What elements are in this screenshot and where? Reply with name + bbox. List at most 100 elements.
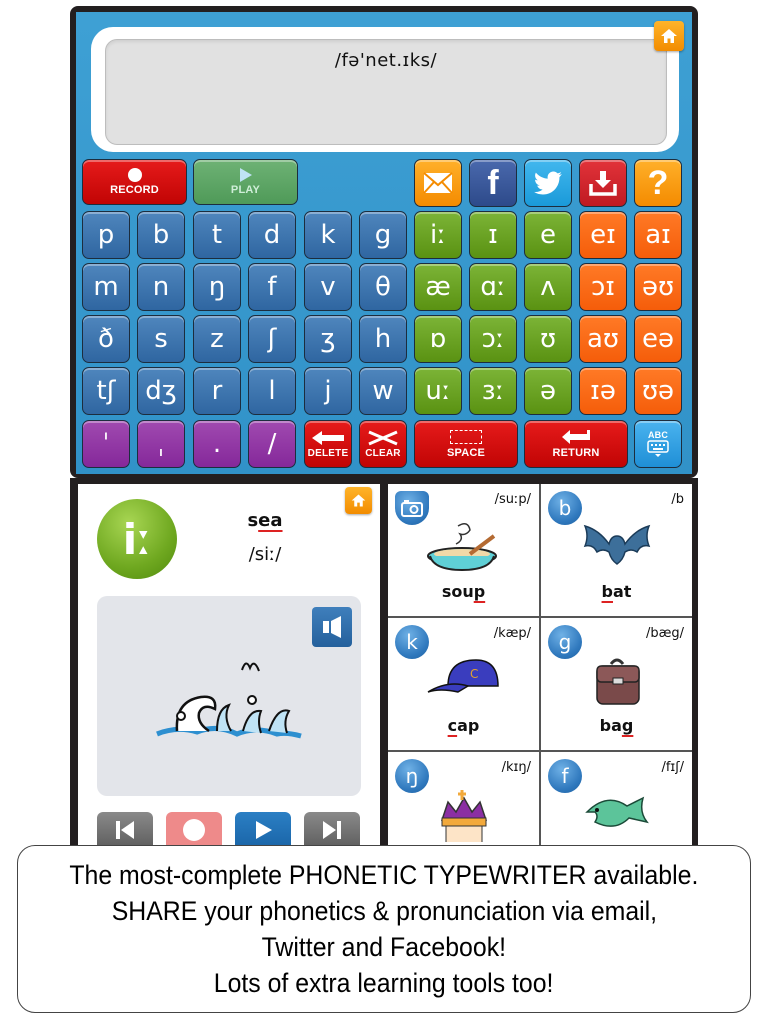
speaker-icon xyxy=(323,616,341,638)
consonant-key[interactable]: k xyxy=(304,211,352,259)
record-sound-button[interactable] xyxy=(166,812,222,848)
email-icon xyxy=(423,172,453,194)
vowel-key[interactable]: ɑː xyxy=(469,263,517,311)
consonant-key[interactable]: h xyxy=(359,315,407,363)
email-button[interactable] xyxy=(414,159,462,207)
phonetic-display[interactable]: /fə'net.ɪks/ xyxy=(105,39,667,145)
letter-badge[interactable]: k xyxy=(395,625,429,659)
clear-x-icon xyxy=(368,430,398,445)
grid-divider xyxy=(388,750,692,752)
facebook-icon: f xyxy=(487,163,499,202)
home-button[interactable] xyxy=(654,21,684,51)
record-button[interactable]: RECORD xyxy=(82,159,187,205)
letter-badge[interactable]: b xyxy=(548,491,582,525)
vowel-key[interactable]: e xyxy=(524,211,572,259)
skip-back-icon xyxy=(116,821,134,839)
diphthong-key[interactable]: ɔɪ xyxy=(579,263,627,311)
delete-arrow-icon xyxy=(312,430,344,445)
vowel-key[interactable]: ʌ xyxy=(524,263,572,311)
consonant-key[interactable]: z xyxy=(193,315,241,363)
play-sound-button[interactable] xyxy=(235,812,291,848)
consonant-key[interactable]: f xyxy=(248,263,296,311)
example-word-ipa: /siː/ xyxy=(248,544,282,565)
word-ipa: /fɪʃ/ xyxy=(661,760,684,775)
punctuation-key[interactable]: ˈ xyxy=(82,420,130,468)
consonant-key[interactable]: ð xyxy=(82,315,130,363)
king-illustration xyxy=(424,790,504,845)
consonant-key[interactable]: l xyxy=(248,367,296,415)
punctuation-key[interactable]: ˌ xyxy=(137,420,185,468)
previous-button[interactable] xyxy=(97,812,153,848)
consonant-key[interactable]: ŋ xyxy=(193,263,241,311)
consonant-key[interactable]: θ xyxy=(359,263,407,311)
letter-badge[interactable]: f xyxy=(548,759,582,793)
consonant-key[interactable]: g xyxy=(359,211,407,259)
vowel-key[interactable]: uː xyxy=(414,367,462,415)
download-button[interactable] xyxy=(579,159,627,207)
word-card[interactable]: f/fɪʃ/ xyxy=(541,752,692,848)
word-card[interactable]: g/bæg/bag xyxy=(541,618,692,750)
consonant-key[interactable]: t xyxy=(193,211,241,259)
consonant-key[interactable]: p xyxy=(82,211,130,259)
twitter-button[interactable] xyxy=(524,159,572,207)
banner-line: Twitter and Facebook! xyxy=(261,932,507,962)
soup-illustration xyxy=(424,522,504,574)
play-icon xyxy=(256,821,272,839)
vowel-key[interactable]: ɪ xyxy=(469,211,517,259)
phonetic-display-text: /fə'net.ɪks/ xyxy=(334,50,438,71)
next-button[interactable] xyxy=(304,812,360,848)
diphthong-key[interactable]: aɪ xyxy=(634,211,682,259)
diphthong-key[interactable]: eə xyxy=(634,315,682,363)
vowel-key[interactable]: ɜː xyxy=(469,367,517,415)
diphthong-key[interactable]: əʊ xyxy=(634,263,682,311)
vowel-symbol-badge[interactable]: iː xyxy=(97,499,177,579)
word-card[interactable]: b/b bat xyxy=(541,484,692,616)
play-icon xyxy=(239,168,252,182)
consonant-key[interactable]: w xyxy=(359,367,407,415)
diphthong-key[interactable]: aʊ xyxy=(579,315,627,363)
consonant-key[interactable]: s xyxy=(137,315,185,363)
consonant-key[interactable]: j xyxy=(304,367,352,415)
punctuation-key[interactable]: . xyxy=(193,420,241,468)
vowel-key[interactable]: ə xyxy=(524,367,572,415)
consonant-key[interactable]: v xyxy=(304,263,352,311)
banner-line: SHARE your phonetics & pronunciation via… xyxy=(111,896,657,926)
consonant-key[interactable]: d xyxy=(248,211,296,259)
letter-badge[interactable]: ŋ xyxy=(395,759,429,793)
clear-button[interactable]: CLEAR xyxy=(359,420,407,468)
consonant-key[interactable]: b xyxy=(137,211,185,259)
return-button[interactable]: RETURN xyxy=(524,420,628,468)
space-button[interactable]: SPACE xyxy=(414,420,518,468)
consonant-key[interactable]: ʃ xyxy=(248,315,296,363)
abc-keyboard-button[interactable]: ABC xyxy=(634,420,682,468)
consonant-key[interactable]: ʒ xyxy=(304,315,352,363)
speaker-button[interactable] xyxy=(312,607,352,647)
help-icon: ? xyxy=(647,163,669,202)
facebook-button[interactable]: f xyxy=(469,159,517,207)
vowel-key[interactable]: iː xyxy=(414,211,462,259)
vowel-key[interactable]: ɔː xyxy=(469,315,517,363)
diphthong-key[interactable]: ʊə xyxy=(634,367,682,415)
consonant-key[interactable]: dʒ xyxy=(137,367,185,415)
consonant-key[interactable]: m xyxy=(82,263,130,311)
consonant-key[interactable]: tʃ xyxy=(82,367,130,415)
diphthong-key[interactable]: eɪ xyxy=(579,211,627,259)
vowel-key[interactable]: ʊ xyxy=(524,315,572,363)
record-icon xyxy=(183,819,205,841)
camera-icon[interactable] xyxy=(395,491,429,525)
diphthong-key[interactable]: ɪə xyxy=(579,367,627,415)
vowel-key[interactable]: ɒ xyxy=(414,315,462,363)
consonant-key[interactable]: n xyxy=(137,263,185,311)
sound-card-home-button[interactable] xyxy=(345,487,372,514)
play-button[interactable]: PLAY xyxy=(193,159,298,205)
consonant-key[interactable]: r xyxy=(193,367,241,415)
letter-badge[interactable]: g xyxy=(548,625,582,659)
word-card[interactable]: /suːp/soup xyxy=(388,484,539,616)
delete-button[interactable]: DELETE xyxy=(304,420,352,468)
punctuation-key[interactable]: / xyxy=(248,420,296,468)
help-button[interactable]: ? xyxy=(634,159,682,207)
vowel-key[interactable]: æ xyxy=(414,263,462,311)
home-icon xyxy=(661,29,677,43)
word-card[interactable]: ŋ/kɪŋ/ xyxy=(388,752,539,848)
word-card[interactable]: k/kæp/Ccap xyxy=(388,618,539,750)
